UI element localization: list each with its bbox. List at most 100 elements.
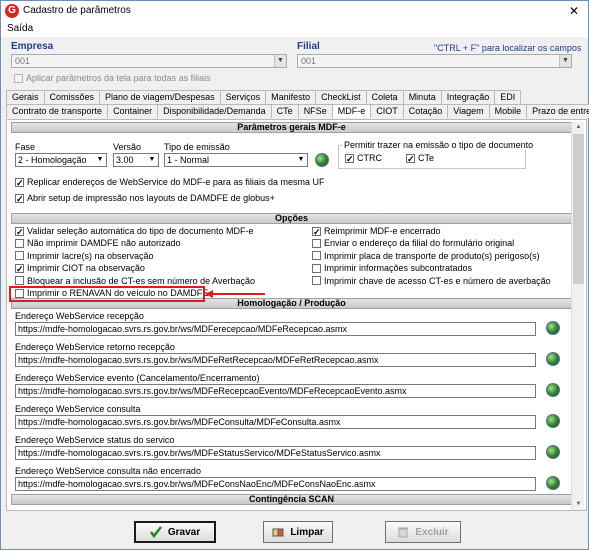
ws-url-input[interactable]: https://mdfe-homologacao.svrs.rs.gov.br/… (15, 384, 536, 398)
title-bar: G Cadastro de parâmetros ✕ (1, 1, 588, 21)
ws-url-input[interactable]: https://mdfe-homologacao.svrs.rs.gov.br/… (15, 322, 536, 336)
option-reimprimir-mdf-e-encerrado-checkbox[interactable]: Reimprimir MDF-e encerrado (312, 226, 441, 236)
ws-label: Endereço WebService recepção (15, 311, 144, 321)
ws-url-input[interactable]: https://mdfe-homologacao.svrs.rs.gov.br/… (15, 446, 536, 460)
tab-coleta[interactable]: Coleta (365, 90, 404, 104)
limpar-label: Limpar (290, 526, 324, 538)
tab-cotacao[interactable]: Cotação (402, 104, 449, 118)
option-imprimir-ciot-na-observacao-checkbox[interactable]: Imprimir CIOT na observação (15, 263, 145, 273)
tab-ciot[interactable]: CIOT (370, 104, 404, 118)
tab-plano-de-viagem-despesas[interactable]: Plano de viagem/Despesas (99, 90, 221, 104)
empresa-value: 001 (15, 56, 31, 66)
ws-url-input[interactable]: https://mdfe-homologacao.svrs.rs.gov.br/… (15, 353, 536, 367)
tab-checklist[interactable]: CheckList (315, 90, 367, 104)
option-imprimir-informacoes-subcontratados-checkbox[interactable]: Imprimir informações subcontratados (312, 263, 472, 273)
option-label: Validar seleção automática do tipo de do… (27, 226, 254, 236)
ctrc-checkbox[interactable]: CTRC (345, 153, 382, 163)
globe-icon[interactable] (546, 352, 560, 366)
tab-mobile[interactable]: Mobile (488, 104, 528, 118)
option-imprimir-chave-de-acesso-ct-es-e-numero-de-averbacao-checkbox[interactable]: Imprimir chave de acesso CT-es e número … (312, 276, 551, 286)
tab-container[interactable]: Container (107, 104, 159, 118)
tab-comissoes[interactable]: Comissões (43, 90, 101, 104)
vertical-scrollbar[interactable]: ▲ ▼ (571, 122, 584, 510)
tipo-emissao-select[interactable]: 1 - Normal ▼ (164, 153, 308, 167)
cte-label: CTe (418, 153, 435, 163)
checkbox-box (312, 238, 321, 248)
ws-label: Endereço WebService consulta não encerra… (15, 466, 201, 476)
tab-servicos[interactable]: Serviços (219, 90, 267, 104)
option-label: Imprimir placa de transporte de produto(… (324, 250, 540, 261)
option-validar-selecao-automatica-do-tipo-de-documento-mdf-e-checkbox[interactable]: Validar seleção automática do tipo de do… (15, 226, 253, 236)
menu-saida[interactable]: Saída (7, 23, 33, 34)
tab-nfse[interactable]: NFSe (297, 104, 333, 118)
option-label: Imprimir chave de acesso CT-es e número … (324, 275, 551, 286)
scroll-thumb[interactable] (573, 134, 584, 284)
checkbox-box (312, 251, 321, 261)
versao-select[interactable]: 3.00 ▼ (113, 153, 159, 167)
checkbox-box (14, 73, 23, 83)
checkbox-box (15, 263, 24, 273)
tab-cte[interactable]: CTe (270, 104, 299, 118)
excluir-button[interactable]: Excluir (385, 521, 461, 543)
abrir-setup-label: Abrir setup de impressão nos layouts de … (27, 193, 275, 203)
tab-gerais[interactable]: Gerais (6, 90, 45, 104)
tab-mdf-e[interactable]: MDF-e (331, 104, 372, 118)
checkbox-box (312, 226, 321, 236)
tab-minuta[interactable]: Minuta (402, 90, 442, 104)
ws-url-input[interactable]: https://mdfe-homologacao.svrs.rs.gov.br/… (15, 415, 536, 429)
tab-integracao[interactable]: Integração (440, 90, 496, 104)
tab-row-1: Gerais Comissões Plano de viagem/Despesas S… (6, 90, 582, 104)
ws-url-input[interactable]: https://mdfe-homologacao.svrs.rs.gov.br/… (15, 477, 536, 491)
aplicar-checkbox[interactable]: Aplicar parâmetros da tela para todas as… (14, 73, 211, 83)
scroll-down-icon[interactable]: ▼ (572, 499, 585, 510)
option-enviar-o-endereco-da-filial-do-formulario-original-checkbox[interactable]: Enviar o endereço da filial do formulári… (312, 238, 514, 248)
window-title: Cadastro de parâmetros (23, 5, 131, 16)
option-nao-imprimir-damdfe-nao-autorizado-checkbox[interactable]: Não imprimir DAMDFE não autorizado (15, 238, 181, 248)
checkbox-box (15, 276, 24, 286)
filial-select[interactable]: 001 ▼ (297, 54, 572, 68)
gravar-button[interactable]: Gravar (134, 521, 216, 543)
empresa-select[interactable]: 001 ▼ (11, 54, 287, 68)
option-label: Não imprimir DAMDFE não autorizado (27, 238, 181, 249)
globe-icon[interactable] (546, 445, 560, 459)
search-hint: "CTRL + F" para localizar os campos (434, 43, 582, 53)
tipo-emissao-value: 1 - Normal (167, 155, 210, 165)
limpar-button[interactable]: Limpar (263, 521, 333, 543)
app-logo-icon: G (5, 4, 19, 18)
tab-viagem[interactable]: Viagem (447, 104, 490, 118)
abrir-setup-checkbox[interactable]: Abrir setup de impressão nos layouts de … (15, 193, 275, 203)
parameters-window: G Cadastro de parâmetros ✕ Saída Empresa… (0, 0, 589, 550)
gravar-label: Gravar (167, 526, 201, 538)
scroll-up-icon[interactable]: ▲ (572, 122, 585, 133)
chevron-down-icon: ▼ (274, 55, 286, 67)
chevron-down-icon: ▼ (559, 55, 571, 67)
ws-label: Endereço WebService retorno recepção (15, 342, 175, 352)
globe-icon[interactable] (546, 383, 560, 397)
replicar-label: Replicar endereços de WebService do MDF-… (27, 177, 325, 187)
globe-icon[interactable] (315, 153, 329, 167)
fase-select[interactable]: 2 - Homologação ▼ (15, 153, 107, 167)
option-imprimir-placa-de-transporte-de-produto-s-perigoso-s-checkbox[interactable]: Imprimir placa de transporte de produto(… (312, 251, 540, 261)
tab-contrato-de-transporte[interactable]: Contrato de transporte (6, 104, 109, 118)
globe-icon[interactable] (546, 414, 560, 428)
tab-prazo-de-entrega[interactable]: Prazo de entrega (526, 104, 589, 118)
globe-icon[interactable] (546, 321, 560, 335)
replicar-checkbox[interactable]: Replicar endereços de WebService do MDF-… (15, 177, 324, 187)
option-label: Reimprimir MDF-e encerrado (324, 226, 441, 236)
globe-icon[interactable] (546, 476, 560, 490)
section-contingencia: Contingência SCAN (11, 494, 572, 505)
option-bloquear-a-inclusao-de-ct-es-sem-numero-de-averbacao-checkbox[interactable]: Bloquear a inclusão de CT-es sem número … (15, 276, 255, 286)
versao-value: 3.00 (116, 155, 134, 165)
filial-value: 001 (301, 56, 317, 66)
versao-label: Versão (113, 142, 142, 152)
tab-manifesto[interactable]: Manifesto (265, 90, 317, 104)
option-imprimir-lacre-s-na-observacao-checkbox[interactable]: Imprimir lacre(s) na observação (15, 251, 154, 261)
checkbox-box (15, 226, 24, 236)
checkbox-box (15, 177, 24, 187)
close-button[interactable]: ✕ (566, 3, 582, 19)
tab-disponibilidade-demanda[interactable]: Disponibilidade/Demanda (157, 104, 272, 118)
option-label: Imprimir CIOT na observação (27, 263, 145, 274)
eraser-icon (272, 528, 284, 537)
cte-checkbox[interactable]: CTe (406, 153, 434, 163)
tab-edi[interactable]: EDI (494, 90, 522, 104)
